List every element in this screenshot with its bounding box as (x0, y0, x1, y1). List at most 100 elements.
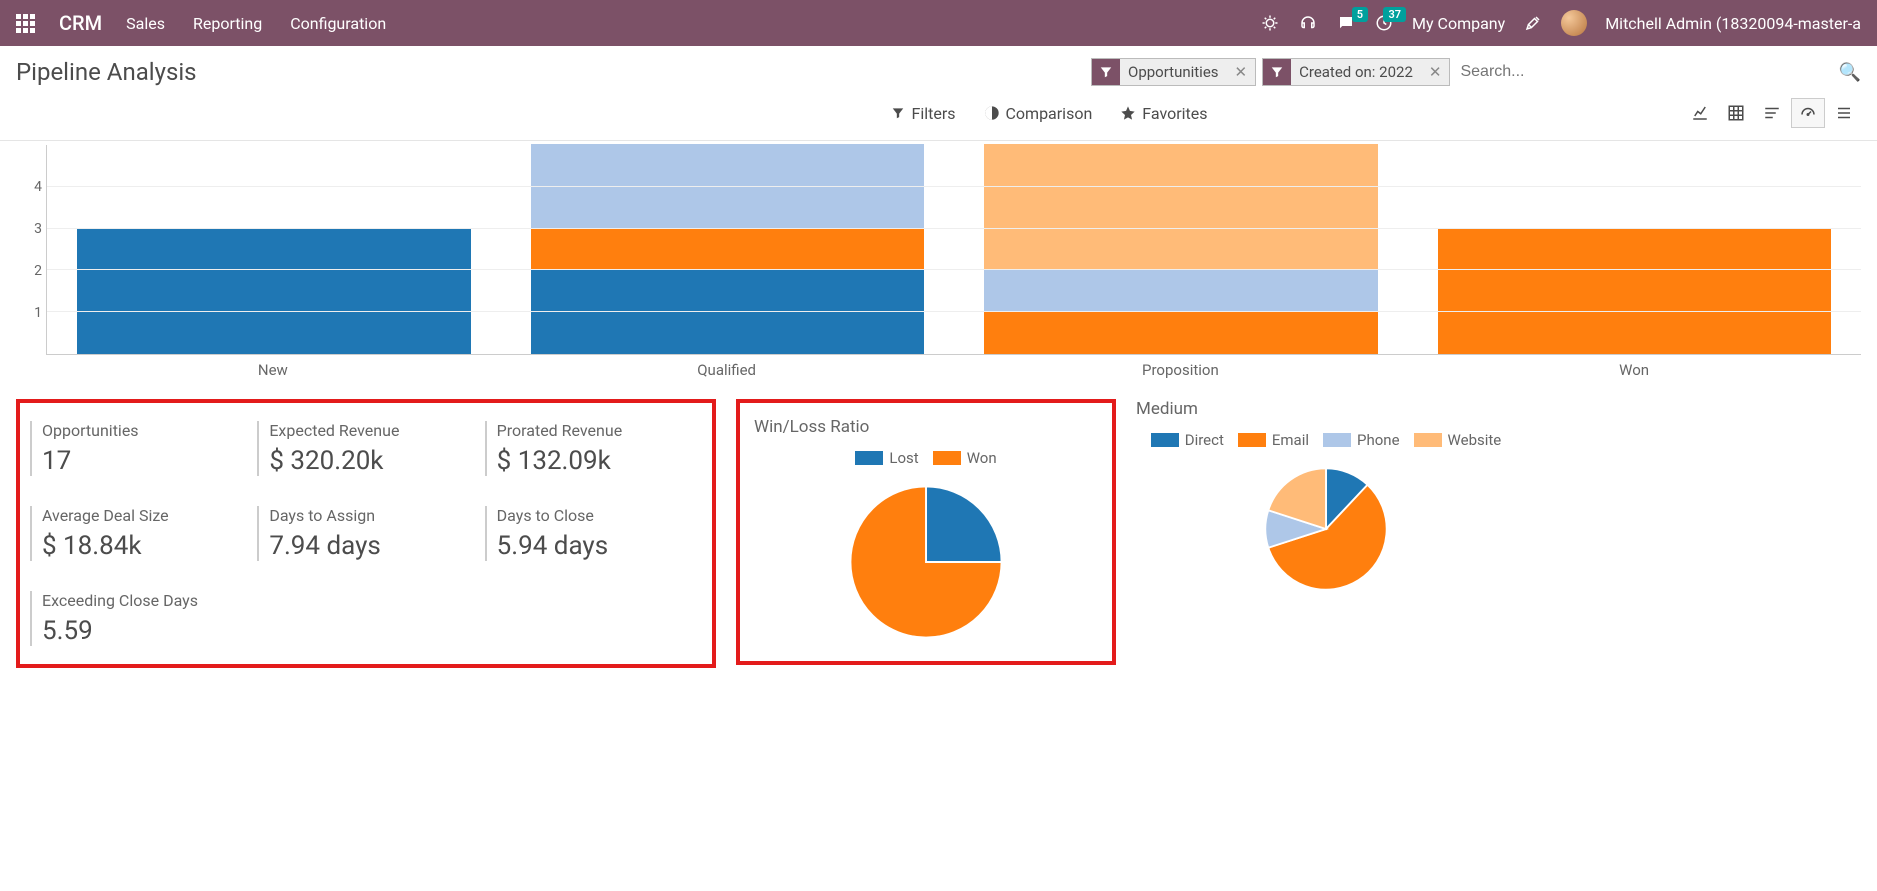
legend-swatch (855, 451, 883, 465)
bar-segment (531, 228, 925, 270)
stat-value: 7.94 days (269, 531, 474, 561)
legend-label: Lost (889, 449, 918, 467)
legend-swatch (1238, 433, 1266, 447)
menu-sales[interactable]: Sales (126, 14, 165, 33)
stat-value: 5.59 (42, 616, 247, 646)
winloss-box: Win/Loss Ratio Lost Won (736, 399, 1116, 665)
stats-box: Opportunities17 Expected Revenue $ 320.20k… (16, 399, 716, 668)
bar-segment (984, 270, 1378, 312)
search-area: Opportunities ✕ Created on: 2022 ✕ 🔍 (1091, 58, 1861, 86)
view-graph[interactable] (1683, 98, 1717, 128)
debug-icon[interactable] (1260, 13, 1280, 33)
medium-box: Medium Direct Email Phone Website (1136, 399, 1516, 665)
stat-value: $ 18.84k (42, 531, 247, 561)
view-dashboard[interactable] (1791, 98, 1825, 128)
chip-close[interactable]: ✕ (1421, 59, 1450, 85)
stat-label: Prorated Revenue (497, 421, 702, 440)
chip-label: Opportunities (1120, 59, 1227, 85)
legend-item[interactable]: Phone (1323, 431, 1400, 449)
filters-button[interactable]: Filters (891, 104, 955, 123)
messages-icon[interactable]: 5 (1336, 13, 1356, 33)
chip-label: Created on: 2022 (1291, 59, 1421, 85)
filter-buttons: Filters Comparison Favorites (891, 104, 1207, 123)
bar-segment (984, 144, 1378, 270)
user-name[interactable]: Mitchell Admin (18320094-master-a (1605, 14, 1861, 33)
bar-column[interactable] (501, 145, 955, 354)
pie-slice[interactable] (926, 486, 1002, 562)
stat-label: Days to Assign (269, 506, 474, 525)
main-content: 1234 NewQualifiedPropositionWon Opportun… (0, 141, 1877, 678)
x-label: New (46, 355, 500, 379)
medium-title: Medium (1136, 399, 1516, 419)
bar-segment (77, 228, 471, 354)
brand[interactable]: CRM (59, 11, 102, 35)
view-switcher (1683, 98, 1861, 128)
stat-cell: Days to Assign 7.94 days (257, 506, 474, 561)
top-menu: Sales Reporting Configuration (126, 14, 386, 33)
bar-chart: 1234 NewQualifiedPropositionWon (0, 141, 1877, 389)
view-pivot[interactable] (1719, 98, 1753, 128)
bar-column[interactable] (1408, 145, 1862, 354)
menu-reporting[interactable]: Reporting (193, 14, 262, 33)
view-list[interactable] (1827, 98, 1861, 128)
y-tick: 1 (34, 305, 42, 321)
winloss-title: Win/Loss Ratio (754, 417, 1098, 437)
stat-label: Days to Close (497, 506, 702, 525)
menu-configuration[interactable]: Configuration (290, 14, 386, 33)
bar-segment (1438, 228, 1832, 354)
legend-item[interactable]: Email (1238, 431, 1309, 449)
stat-value: 5.94 days (497, 531, 702, 561)
medium-pie (1256, 459, 1396, 599)
legend-item[interactable]: Direct (1151, 431, 1224, 449)
comparison-label: Comparison (1006, 104, 1093, 123)
legend-label: Email (1272, 431, 1309, 449)
stat-cell: Exceeding Close Days 5.59 (30, 591, 247, 646)
apps-icon[interactable] (16, 14, 35, 33)
legend-item[interactable]: Website (1414, 431, 1502, 449)
bar-column[interactable] (47, 145, 501, 354)
filters-label: Filters (911, 104, 955, 123)
legend-swatch (1151, 433, 1179, 447)
stat-label: Opportunities (42, 421, 247, 440)
x-label: Proposition (954, 355, 1408, 379)
tools-icon[interactable] (1523, 13, 1543, 33)
winloss-pie (841, 477, 1011, 647)
funnel-icon (1092, 59, 1120, 85)
avatar[interactable] (1561, 10, 1587, 36)
stat-cell: Expected Revenue $ 320.20k (257, 421, 474, 476)
activities-badge: 37 (1383, 7, 1406, 22)
stat-cell: Average Deal Size$ 18.84k (30, 506, 247, 561)
legend-swatch (933, 451, 961, 465)
support-icon[interactable] (1298, 13, 1318, 33)
stat-label: Exceeding Close Days (42, 591, 247, 610)
comparison-button[interactable]: Comparison (984, 104, 1093, 123)
x-label: Won (1407, 355, 1861, 379)
funnel-icon (1263, 59, 1291, 85)
messages-badge: 5 (1352, 7, 1368, 22)
legend-label: Direct (1185, 431, 1224, 449)
y-tick: 4 (34, 179, 42, 195)
chip-close[interactable]: ✕ (1227, 59, 1256, 85)
page-title: Pipeline Analysis (16, 58, 197, 86)
company-name[interactable]: My Company (1412, 14, 1505, 33)
y-tick: 2 (34, 263, 42, 279)
search-icon[interactable]: 🔍 (1839, 62, 1861, 83)
activities-icon[interactable]: 37 (1374, 13, 1394, 33)
bar-segment (984, 312, 1378, 354)
favorites-label: Favorites (1142, 104, 1207, 123)
legend-label: Website (1448, 431, 1502, 449)
stat-value: $ 132.09k (497, 446, 702, 476)
legend-item[interactable]: Won (933, 449, 997, 467)
stat-label: Expected Revenue (269, 421, 474, 440)
stat-cell: Opportunities17 (30, 421, 247, 476)
control-panel: Pipeline Analysis Opportunities ✕ Create… (0, 46, 1877, 141)
legend-item[interactable]: Lost (855, 449, 918, 467)
stat-cell: Days to Close 5.94 days (485, 506, 702, 561)
bar-column[interactable] (954, 145, 1408, 354)
legend-swatch (1323, 433, 1351, 447)
search-input[interactable] (1456, 59, 1832, 85)
favorites-button[interactable]: Favorites (1120, 104, 1207, 123)
stat-value: $ 320.20k (269, 446, 474, 476)
view-cohort[interactable] (1755, 98, 1789, 128)
legend-label: Won (967, 449, 997, 467)
